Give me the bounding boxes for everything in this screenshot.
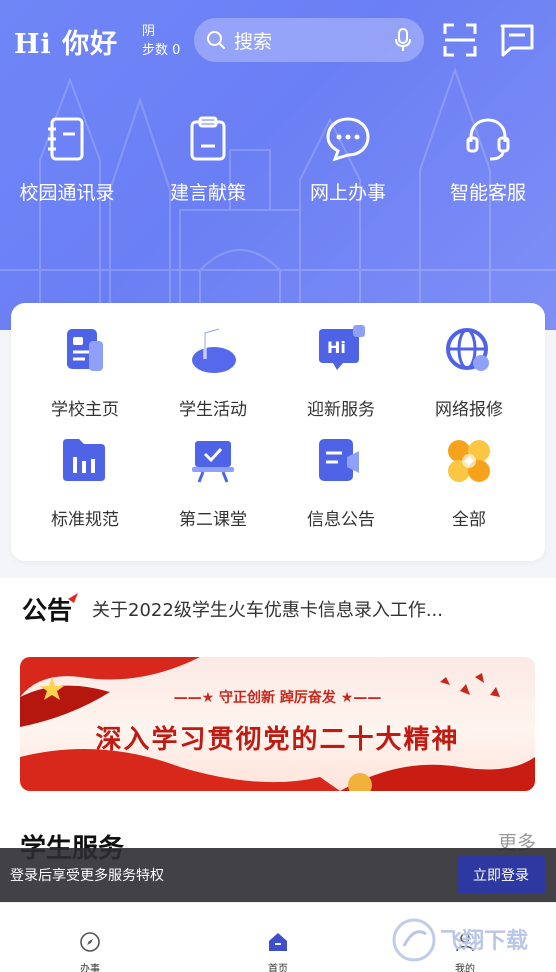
weather-steps: 阴 步数 0 (142, 22, 180, 60)
home-icon (269, 933, 287, 951)
grid-item-label: 迎新服务 (307, 400, 375, 420)
quick-item-label: 校园通讯录 (19, 182, 115, 204)
scan-icon[interactable] (442, 22, 478, 58)
grid-item-label: 第二课堂 (179, 510, 247, 530)
grid-item-label: 网络报修 (435, 400, 503, 420)
grid-item-second-classroom[interactable]: 第二课堂 (149, 435, 277, 530)
quick-item-suggestions[interactable]: 建言献策 (138, 116, 278, 205)
globe-wrench-icon (446, 328, 489, 371)
promo-banner[interactable]: ——★ 守正创新 踔厉奋发 ★—— 深入学习贯彻党的二十大精神 (20, 657, 535, 791)
notice-accent-icon (68, 593, 79, 603)
login-prompt-text: 登录后享受更多服务特权 (10, 868, 164, 884)
quick-item-online-service[interactable]: 网上办事 (278, 116, 418, 205)
grid-item-all[interactable]: 全部 (405, 435, 533, 530)
grid-item-label: 标准规范 (51, 510, 119, 530)
watermark-logo: 飞翔下载 (390, 912, 550, 968)
top-bar: Hi 你好 阴 步数 0 搜索 (0, 0, 556, 82)
search-icon (207, 31, 225, 49)
hero-header: Hi 你好 阴 步数 0 搜索 校园通讯录 建言献策 网上办事 智能客服 (0, 0, 556, 330)
grid-item-label: 全部 (452, 510, 486, 530)
banner-section: ——★ 守正创新 踔厉奋发 ★—— 深入学习贯彻党的二十大精神 (0, 640, 556, 810)
folder-chart-icon (63, 439, 105, 481)
message-icon[interactable] (499, 22, 535, 58)
app-logo: Hi 你好 (14, 29, 119, 60)
weather-text: 阴 (142, 24, 156, 39)
notice-tag-label: 公告 (22, 596, 73, 625)
grid-item-label: 信息公告 (307, 510, 375, 530)
banner-motto: ——★ 守正创新 踔厉奋发 ★—— (173, 690, 382, 706)
quick-actions: 校园通讯录 建言献策 网上办事 智能客服 (0, 116, 556, 216)
grid-item-welcome-service[interactable]: Hi 迎新服务 (277, 325, 405, 420)
notice-bar[interactable]: 公告 关于2022级学生火车优惠卡信息录入工作... (0, 578, 556, 640)
easel-check-icon (192, 441, 234, 483)
megaphone-doc-icon (319, 439, 359, 481)
microphone-icon[interactable] (394, 28, 412, 52)
search-input[interactable]: 搜索 (194, 18, 424, 62)
quick-item-address-book[interactable]: 校园通讯录 (0, 116, 137, 205)
tab-home[interactable]: 首页 (238, 931, 318, 972)
compass-icon (80, 932, 100, 952)
notice-tag: 公告 (22, 591, 79, 627)
address-book-icon (48, 117, 84, 161)
login-prompt-bar: 登录后享受更多服务特权 立即登录 (0, 848, 556, 902)
chat-bubble-icon (326, 117, 370, 162)
steps-count: 步数 0 (142, 43, 181, 58)
quick-item-label: 建言献策 (169, 182, 246, 204)
school-home-icon (67, 329, 103, 371)
hi-bubble-icon: Hi (319, 325, 365, 370)
quick-item-label: 智能客服 (449, 182, 526, 204)
quick-item-ai-support[interactable]: 智能客服 (418, 116, 556, 205)
grid-item-school-home[interactable]: 学校主页 (21, 325, 149, 420)
grid-item-label: 学生活动 (179, 400, 247, 420)
quick-item-label: 网上办事 (309, 182, 386, 204)
grid-item-announcements[interactable]: 信息公告 (277, 435, 405, 530)
search-placeholder: 搜索 (234, 30, 273, 53)
notice-text[interactable]: 关于2022级学生火车优惠卡信息录入工作... (92, 596, 443, 622)
grid-item-label: 学校主页 (51, 400, 119, 420)
tab-label: 办事 (80, 964, 100, 972)
grid-item-network-repair[interactable]: 网络报修 (405, 325, 533, 420)
banner-headline: 深入学习贯彻党的二十大精神 (95, 725, 460, 755)
grid-item-standards[interactable]: 标准规范 (21, 435, 149, 530)
all-apps-icon (448, 440, 490, 482)
clipboard-icon (190, 116, 226, 161)
headset-icon (466, 118, 510, 161)
watermark-text: 飞翔下载 (440, 928, 528, 954)
tab-label: 首页 (268, 964, 288, 972)
grid-item-student-activity[interactable]: 学生活动 (149, 325, 277, 420)
watermark-icon: 飞翔下载 (392, 918, 528, 962)
music-note-icon (192, 327, 236, 373)
login-button[interactable]: 立即登录 (457, 856, 545, 894)
service-grid-card: 学校主页 学生活动 Hi 迎新服务 网络报修 标准规范 第二课堂 信息公告 全部 (11, 303, 545, 561)
tab-services[interactable]: 办事 (50, 931, 130, 972)
svg-text:Hi: Hi (327, 338, 346, 357)
